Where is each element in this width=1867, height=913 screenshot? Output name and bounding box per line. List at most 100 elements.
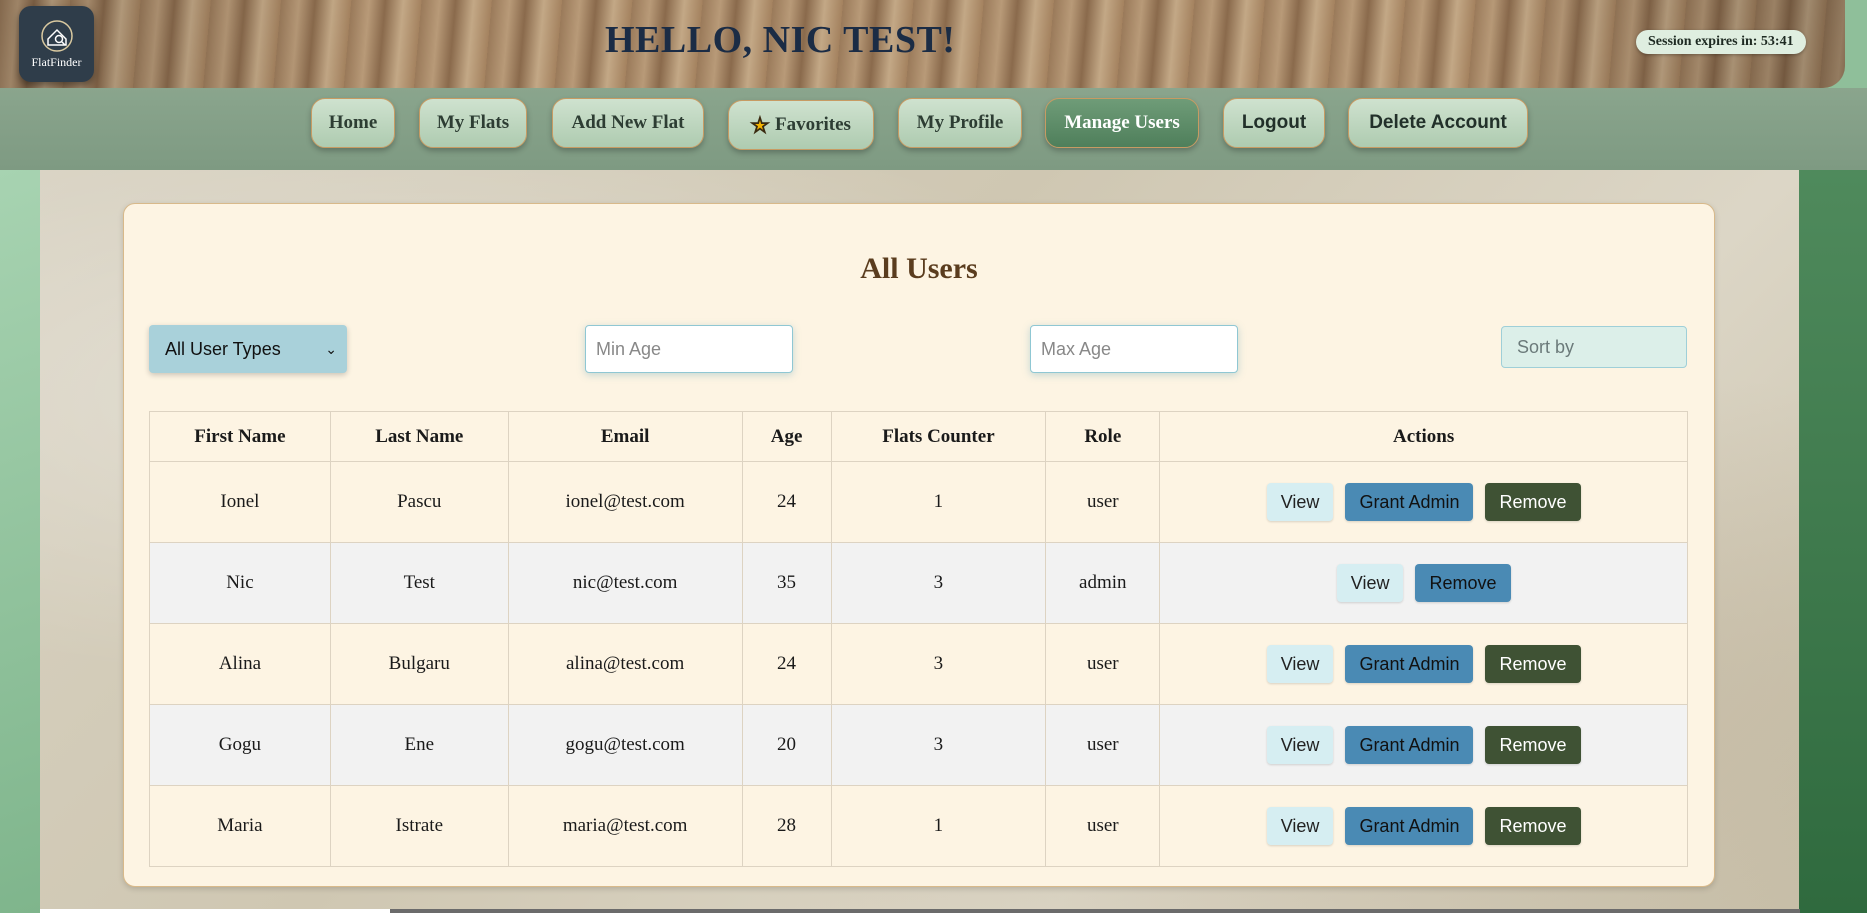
grant-admin-button[interactable]: Grant Admin	[1345, 645, 1474, 683]
cell-age: 20	[741, 704, 832, 786]
nav-my-profile-button[interactable]: My Profile	[898, 98, 1022, 148]
cell-age: 24	[741, 623, 832, 705]
cell-last-name: Bulgaru	[329, 623, 509, 705]
cell-last-name: Ene	[329, 704, 509, 786]
cell-email: ionel@test.com	[507, 461, 743, 543]
cell-role: admin	[1045, 542, 1161, 624]
grant-admin-button[interactable]: Grant Admin	[1345, 807, 1474, 845]
nav-add-new-flat-label: Add New Flat	[571, 112, 685, 133]
cell-flats-counter: 3	[830, 542, 1047, 624]
column-header: Last Name	[329, 411, 509, 462]
remove-button[interactable]: Remove	[1415, 564, 1511, 602]
grant-admin-button[interactable]: Grant Admin	[1345, 726, 1474, 764]
cell-last-name: Test	[329, 542, 509, 624]
header-banner: FlatFinder HELLO, NIC TEST! Session expi…	[0, 0, 1845, 88]
cell-first-name: Nic	[149, 542, 331, 624]
cell-actions: View Grant Admin Remove	[1159, 704, 1688, 786]
min-age-input[interactable]: Min Age	[585, 325, 793, 373]
table-row: Nic Test nic@test.com 35 3 admin View Re…	[149, 542, 1688, 624]
cell-role: user	[1045, 461, 1161, 543]
sort-by-placeholder: Sort by	[1517, 336, 1575, 357]
app-logo[interactable]: FlatFinder	[19, 6, 94, 82]
page-title: All Users	[860, 252, 978, 285]
column-header: Age	[741, 411, 832, 462]
nav-my-flats-button[interactable]: My Flats	[419, 98, 527, 148]
column-header: Actions	[1159, 411, 1688, 462]
logo-text: FlatFinder	[31, 54, 82, 69]
cell-email: nic@test.com	[507, 542, 743, 624]
column-header: Flats Counter	[830, 411, 1047, 462]
nav-home-button[interactable]: Home	[311, 98, 395, 148]
remove-button[interactable]: Remove	[1485, 483, 1581, 521]
cell-last-name: Pascu	[329, 461, 509, 543]
logout-label: Logout	[1241, 112, 1307, 133]
table-row: Maria Istrate maria@test.com 28 1 user V…	[149, 785, 1688, 867]
table-row: Ionel Pascu ionel@test.com 24 1 user Vie…	[149, 461, 1688, 543]
cell-first-name: Maria	[149, 785, 331, 867]
view-button[interactable]: View	[1266, 807, 1334, 845]
table-row: Gogu Ene gogu@test.com 20 3 user View Gr…	[149, 704, 1688, 786]
remove-button[interactable]: Remove	[1485, 807, 1581, 845]
cell-first-name: Ionel	[149, 461, 331, 543]
nav-manage-users-button[interactable]: Manage Users	[1045, 98, 1199, 148]
cell-flats-counter: 1	[830, 461, 1047, 543]
cell-role: user	[1045, 704, 1161, 786]
remove-button[interactable]: Remove	[1485, 726, 1581, 764]
background-right-panel	[1799, 170, 1867, 913]
cell-role: user	[1045, 623, 1161, 705]
greeting-title: HELLO, NIC TEST!	[605, 19, 956, 61]
cell-email: gogu@test.com	[507, 704, 743, 786]
cell-actions: View Grant Admin Remove	[1159, 785, 1688, 867]
nav-my-flats-label: My Flats	[436, 112, 510, 133]
cell-actions: View Grant Admin Remove	[1159, 461, 1688, 543]
max-age-input[interactable]: Max Age	[1030, 325, 1238, 373]
cell-age: 28	[741, 785, 832, 867]
cell-email: maria@test.com	[507, 785, 743, 867]
cell-age: 35	[741, 542, 832, 624]
column-header: Email	[507, 411, 743, 462]
users-card: All Users All User Types ⌄ Min Age Max A…	[123, 203, 1715, 887]
nav-favorites-label: Favorites	[774, 114, 851, 135]
column-header: First Name	[149, 411, 331, 462]
table-header-row: First Name Last Name Email Age Flats Cou…	[149, 411, 1688, 462]
nav-home-label: Home	[328, 112, 378, 133]
logout-button[interactable]: Logout	[1223, 98, 1325, 148]
cell-flats-counter: 1	[830, 785, 1047, 867]
remove-button[interactable]: Remove	[1485, 645, 1581, 683]
cell-flats-counter: 3	[830, 704, 1047, 786]
min-age-placeholder: Min Age	[596, 338, 662, 359]
nav-favorites-button[interactable]: ★ Favorites	[728, 100, 874, 150]
nav-my-profile-label: My Profile	[916, 112, 1004, 133]
cell-actions: View Remove	[1159, 542, 1688, 624]
bottom-strip	[40, 909, 390, 913]
session-timer: Session expires in: 53:41	[1636, 30, 1806, 54]
column-header: Role	[1045, 411, 1161, 462]
star-icon: ★	[751, 114, 770, 137]
cell-last-name: Istrate	[329, 785, 509, 867]
users-table: First Name Last Name Email Age Flats Cou…	[149, 411, 1688, 867]
bottom-strip-dark	[390, 909, 1800, 913]
user-type-selected: All User Types	[165, 338, 281, 359]
cell-first-name: Gogu	[149, 704, 331, 786]
grant-admin-button[interactable]: Grant Admin	[1345, 483, 1474, 521]
sort-by-select[interactable]: Sort by	[1501, 326, 1687, 368]
max-age-placeholder: Max Age	[1041, 338, 1112, 359]
cell-email: alina@test.com	[507, 623, 743, 705]
delete-account-button[interactable]: Delete Account	[1348, 98, 1528, 148]
view-button[interactable]: View	[1266, 726, 1334, 764]
table-row: Alina Bulgaru alina@test.com 24 3 user V…	[149, 623, 1688, 705]
nav-manage-users-label: Manage Users	[1064, 112, 1180, 133]
cell-flats-counter: 3	[830, 623, 1047, 705]
view-button[interactable]: View	[1266, 483, 1334, 521]
cell-role: user	[1045, 785, 1161, 867]
user-type-select[interactable]: All User Types ⌄	[149, 325, 347, 373]
background-left-panel	[0, 170, 40, 913]
view-button[interactable]: View	[1266, 645, 1334, 683]
main-nav: Home My Flats Add New Flat ★ Favorites My…	[0, 88, 1867, 170]
nav-add-new-flat-button[interactable]: Add New Flat	[552, 98, 704, 148]
cell-actions: View Grant Admin Remove	[1159, 623, 1688, 705]
cell-first-name: Alina	[149, 623, 331, 705]
chevron-down-icon: ⌄	[325, 340, 337, 357]
house-search-icon	[40, 19, 73, 52]
view-button[interactable]: View	[1336, 564, 1404, 602]
